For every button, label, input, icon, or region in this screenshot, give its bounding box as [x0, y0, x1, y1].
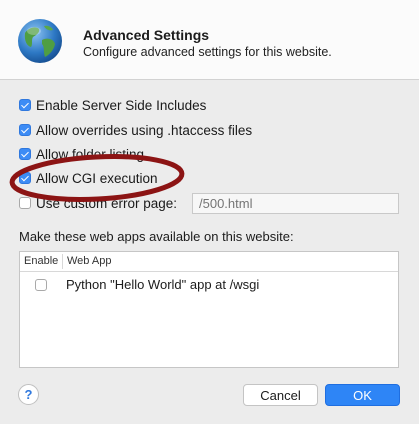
htaccess-overrides-checkbox[interactable] — [19, 124, 31, 136]
column-header-web-app[interactable]: Web App — [67, 255, 111, 267]
folder-listing-label: Allow folder listing — [36, 146, 145, 162]
custom-error-page-label: Use custom error page: — [36, 195, 178, 211]
web-apps-table[interactable]: Enable Web App Python "Hello World" app … — [19, 251, 399, 368]
dialog-title: Advanced Settings — [83, 27, 210, 43]
folder-listing-checkbox[interactable] — [19, 148, 31, 160]
globe-icon — [18, 19, 62, 63]
help-button[interactable]: ? — [18, 384, 39, 405]
server-side-includes-checkbox[interactable] — [19, 99, 31, 111]
cgi-execution-label: Allow CGI execution — [36, 170, 158, 186]
cgi-execution-option[interactable]: Allow CGI execution — [19, 169, 158, 187]
table-header: Enable Web App — [20, 252, 398, 272]
server-side-includes-label: Enable Server Side Includes — [36, 97, 207, 113]
custom-error-page-checkbox[interactable] — [19, 197, 31, 209]
dialog-subtitle: Configure advanced settings for this web… — [83, 45, 332, 59]
custom-error-page-option[interactable]: Use custom error page: — [19, 194, 177, 212]
column-header-enable[interactable]: Enable — [24, 255, 58, 267]
htaccess-overrides-label: Allow overrides using .htaccess files — [36, 122, 253, 138]
htaccess-overrides-option[interactable]: Allow overrides using .htaccess files — [19, 121, 252, 139]
dialog-header: Advanced Settings Configure advanced set… — [0, 0, 419, 80]
web-apps-section-label: Make these web apps available on this we… — [19, 229, 294, 244]
table-row[interactable]: Python "Hello World" app at /wsgi — [20, 274, 398, 296]
column-divider — [62, 254, 63, 269]
web-app-enable-checkbox[interactable] — [35, 279, 47, 291]
server-side-includes-option[interactable]: Enable Server Side Includes — [19, 96, 206, 114]
cgi-execution-checkbox[interactable] — [19, 172, 31, 184]
ok-button[interactable]: OK — [325, 384, 400, 406]
folder-listing-option[interactable]: Allow folder listing — [19, 145, 144, 163]
custom-error-page-input[interactable] — [192, 193, 399, 214]
web-app-name: Python "Hello World" app at /wsgi — [66, 277, 260, 292]
cancel-button[interactable]: Cancel — [243, 384, 318, 406]
